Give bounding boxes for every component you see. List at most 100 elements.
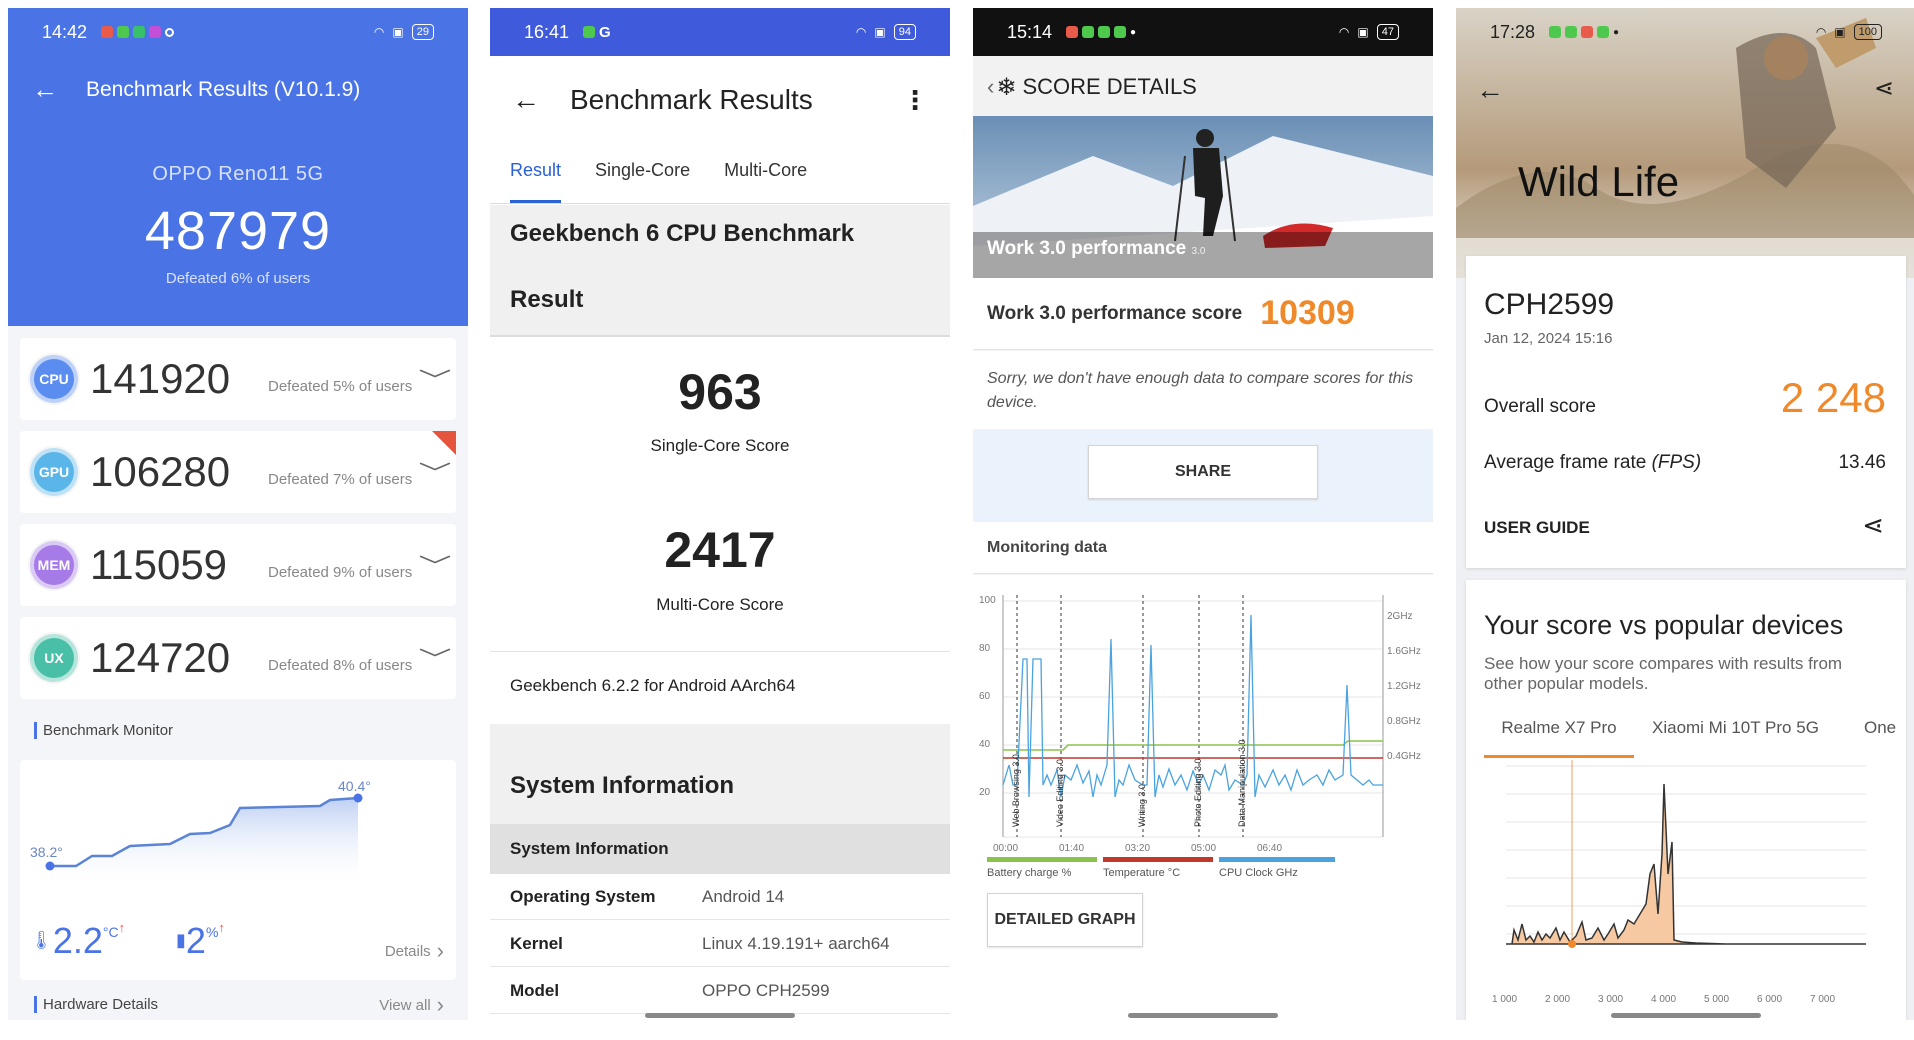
- result-heading: Result: [510, 286, 584, 313]
- x-tick-label: 7 000: [1810, 994, 1836, 1005]
- share-icon[interactable]: ⋖: [1862, 510, 1884, 541]
- table-row: Model OPPO CPH2599: [490, 968, 950, 1014]
- chevron-right-icon: ›: [436, 992, 444, 1017]
- legend-swatch: [1103, 857, 1213, 862]
- cpu-score: 141920: [90, 355, 231, 402]
- tab-xiaomi-mi-10t-pro[interactable]: Xiaomi Mi 10T Pro 5G: [1652, 718, 1819, 738]
- chevron-down-icon[interactable]: ﹀: [418, 549, 451, 581]
- tab-multi-core[interactable]: Multi-Core: [724, 148, 807, 203]
- tab-bar: Result Single-Core Multi-Core: [490, 148, 950, 204]
- back-arrow-icon[interactable]: ←: [32, 74, 58, 105]
- notification-icon: [1597, 26, 1610, 38]
- legend-label: Battery charge %: [987, 867, 1072, 879]
- sim-icon: ▣: [392, 25, 404, 39]
- table-row: Kernel Linux 4.19.191+ aarch64: [490, 921, 950, 967]
- dot-icon: ●: [1613, 26, 1620, 38]
- notification-icon: [133, 26, 146, 38]
- monitoring-title: Monitoring data: [973, 522, 1433, 574]
- banner-image: Work 3.0 performance 3.0: [973, 116, 1433, 278]
- chevron-down-icon[interactable]: ﹀: [418, 363, 451, 395]
- tab-single-core[interactable]: Single-Core: [595, 148, 690, 203]
- wifi-icon: ◠: [855, 25, 867, 39]
- page-title: SCORE DETAILS: [1022, 74, 1197, 99]
- legend-label: Temperature °C: [1103, 867, 1181, 879]
- banner-title: Work 3.0 performance 3.0: [987, 238, 1206, 259]
- single-core-score: 963: [678, 364, 762, 420]
- notification-icon: [1066, 26, 1079, 38]
- tab-result[interactable]: Result: [510, 148, 562, 203]
- page-title: Benchmark Results: [570, 84, 813, 115]
- table-row: Operating System Android 14: [490, 874, 950, 920]
- event-label: Data Manipulation 3.0: [1237, 739, 1247, 827]
- back-arrow-icon[interactable]: ←: [1476, 74, 1504, 106]
- share-icon[interactable]: ⋖: [1874, 74, 1894, 103]
- wifi-icon: ◠: [373, 25, 385, 39]
- thermometer-icon: 🌡: [30, 930, 53, 950]
- back-chevron-icon[interactable]: ‹: [987, 74, 994, 100]
- notification-icon: [583, 26, 596, 38]
- right-tick-label: 0.4GHz: [1387, 751, 1421, 762]
- multi-core-score: 2417: [664, 522, 776, 578]
- score-row-gpu[interactable]: GPU 106280 Defeated 7% of users ﹀: [20, 431, 456, 513]
- notification-icon: [117, 26, 130, 38]
- details-link[interactable]: Details ›: [385, 938, 444, 964]
- defeated-text: Defeated 6% of users: [165, 270, 311, 287]
- user-guide-link[interactable]: USER GUIDE: [1484, 518, 1590, 538]
- antutu-hero: 14:42 ◠ ▣ 29 ← Benchmark Results (V10.1.…: [8, 8, 468, 326]
- x-tick-label: 6 000: [1757, 994, 1783, 1005]
- score-row-cpu[interactable]: CPU 141920 Defeated 5% of users ﹀: [20, 338, 456, 420]
- vs-subtitle: See how your score compares with results…: [1484, 654, 1843, 693]
- home-indicator[interactable]: [1611, 1013, 1761, 1018]
- right-tick-label: 2GHz: [1387, 611, 1413, 622]
- multi-core-label: Multi-Core Score: [656, 595, 784, 614]
- temp-end-label: 40.4°: [338, 778, 371, 794]
- tab-realme-x7-pro[interactable]: Realme X7 Pro: [1484, 718, 1634, 758]
- sim-icon: ▣: [1357, 25, 1369, 39]
- share-button[interactable]: SHARE: [1088, 445, 1318, 499]
- sorry-text: Sorry, we don't have enough data to comp…: [973, 351, 1433, 429]
- y-tick-label: 60: [979, 691, 991, 702]
- cpu-defeated: Defeated 5% of users: [268, 377, 413, 395]
- score-row-ux[interactable]: UX 124720 Defeated 8% of users ﹀: [20, 617, 456, 699]
- distribution-chart: [1506, 760, 1866, 948]
- home-indicator[interactable]: [645, 1013, 795, 1018]
- mem-badge: MEM: [30, 541, 78, 589]
- google-icon: G: [599, 23, 611, 41]
- battery-icon: 29: [411, 24, 434, 40]
- chevron-down-icon[interactable]: ﹀: [418, 456, 451, 488]
- y-tick-label: 20: [979, 787, 991, 798]
- x-tick-label: 2 000: [1545, 994, 1571, 1005]
- gpu-badge: GPU: [30, 448, 78, 496]
- device-name: OPPO Reno11 5G: [152, 163, 324, 185]
- hardware-details-title: Hardware Details: [34, 996, 158, 1013]
- battery-drop: ▮ 2 % ↑: [176, 920, 225, 961]
- notification-icon: [1549, 26, 1562, 38]
- more-vert-icon[interactable]: ⋮: [902, 85, 928, 116]
- overall-label: Overall score: [1484, 396, 1596, 417]
- detailed-graph-button[interactable]: DETAILED GRAPH: [987, 893, 1143, 947]
- notification-icon: [101, 26, 114, 38]
- start-point: [45, 861, 55, 871]
- chart-area: [50, 798, 358, 890]
- x-tick-label: 03:20: [1125, 843, 1151, 854]
- gpu-score: 106280: [90, 448, 231, 495]
- right-tick-label: 1.2GHz: [1387, 681, 1421, 692]
- event-label: Web Browsing 3.0: [1011, 754, 1021, 827]
- comparison-card: Your score vs popular devices See how yo…: [1466, 580, 1906, 1020]
- home-indicator[interactable]: [1128, 1013, 1278, 1018]
- notification-icon: [1581, 26, 1594, 38]
- arrow-up-icon: ↑: [218, 920, 225, 935]
- notification-icon: [1098, 26, 1111, 38]
- chevron-down-icon[interactable]: ﹀: [418, 642, 451, 674]
- score-row-mem[interactable]: MEM 115059 Defeated 9% of users ﹀: [20, 524, 456, 606]
- y-tick-label: 80: [979, 643, 991, 654]
- dot-icon: ●: [1130, 26, 1137, 38]
- antutu-panel: 14:42 ◠ ▣ 29 ← Benchmark Results (V10.1.…: [8, 8, 468, 1020]
- test-title: Wild Life: [1518, 158, 1680, 205]
- tab-one[interactable]: One: [1864, 718, 1896, 738]
- x-tick-label: 00:00: [993, 843, 1019, 854]
- back-arrow-icon[interactable]: ←: [512, 84, 540, 116]
- pcmark-panel: 15:14 ● ◠ ▣ 47 ‹ ❄ SCORE DETAILS Work 3.…: [973, 8, 1433, 1020]
- view-all-link[interactable]: View all ›: [379, 992, 444, 1018]
- snowflake-logo-icon: ❄: [996, 73, 1017, 101]
